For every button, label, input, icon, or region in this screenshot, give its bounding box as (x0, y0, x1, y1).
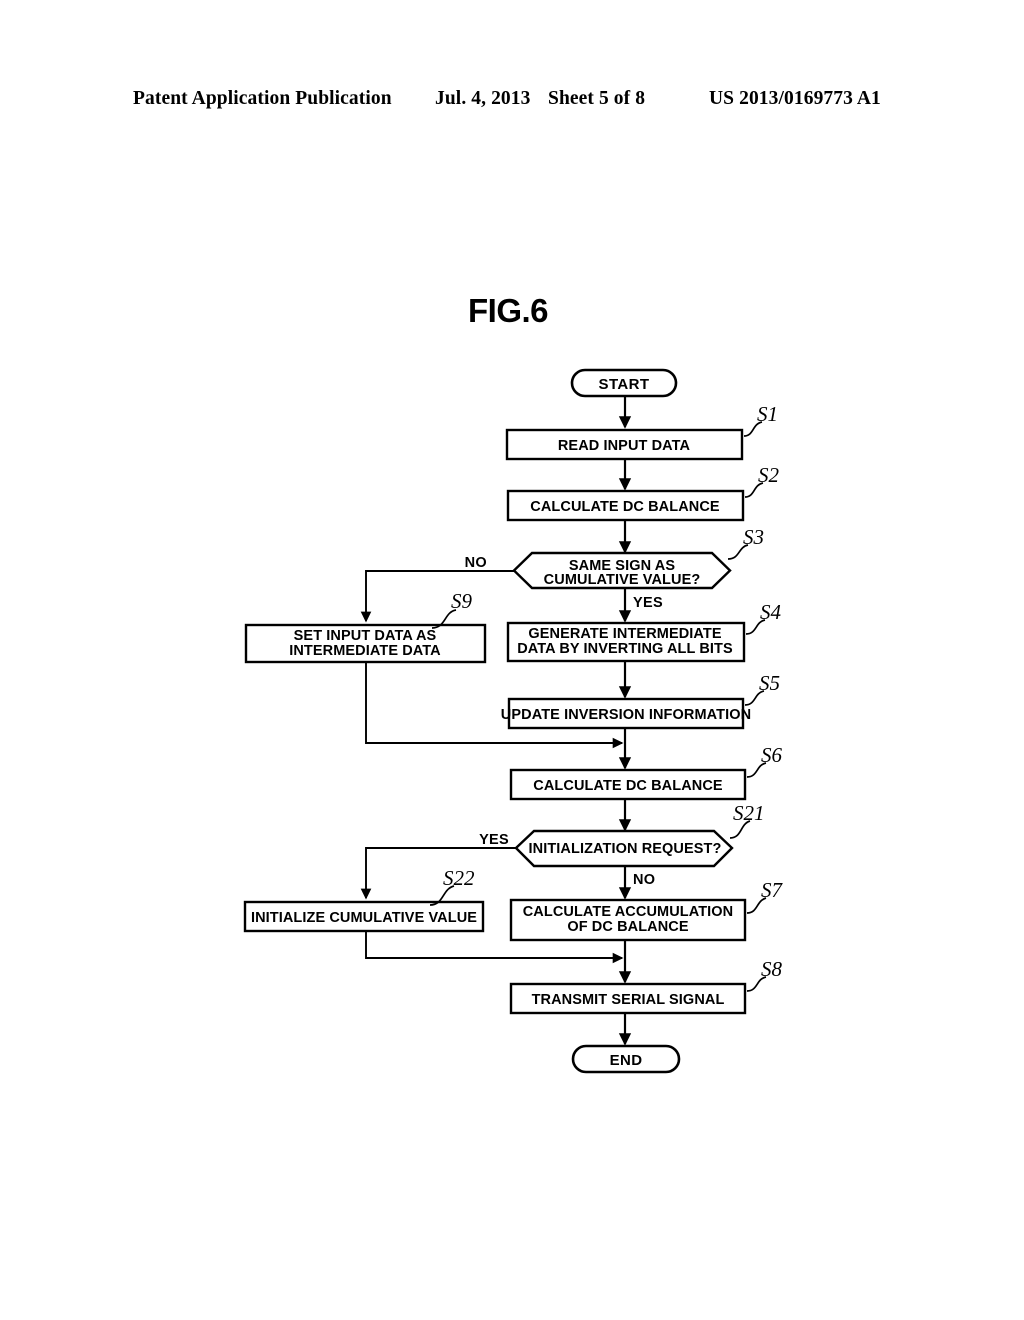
s4-step-label: S4 (760, 600, 782, 624)
node-s6: CALCULATE DC BALANCE S6 (509, 743, 783, 801)
s2-step-label: S2 (758, 463, 780, 487)
s3-branch-yes-label: YES (633, 595, 663, 611)
node-s1: READ INPUT DATA S1 (505, 402, 778, 461)
s21-step-label: S21 (733, 801, 765, 825)
s21-branch-yes-label: YES (479, 832, 509, 848)
node-s2: CALCULATE DC BALANCE S2 (506, 463, 780, 522)
s8-box-label: TRANSMIT SERIAL SIGNAL (532, 992, 725, 1008)
s21-decision-label: INITIALIZATION REQUEST? (529, 841, 722, 857)
s7-box-label-line1: CALCULATE ACCUMULATION (523, 904, 734, 920)
s9-box-label-line2: INTERMEDIATE DATA (289, 643, 441, 659)
connector-s21-yes-to-s22 (360, 847, 516, 900)
s7-box-label-line2: OF DC BALANCE (567, 919, 689, 935)
end-terminal-label: END (610, 1052, 643, 1069)
node-s8: TRANSMIT SERIAL SIGNAL S8 (509, 957, 783, 1015)
s3-step-label: S3 (743, 525, 764, 549)
s9-box-label-line1: SET INPUT DATA AS (294, 628, 437, 644)
s1-step-label: S1 (757, 402, 778, 426)
s6-step-label: S6 (761, 743, 783, 767)
s7-step-label: S7 (761, 878, 784, 902)
s22-box-label: INITIALIZE CUMULATIVE VALUE (251, 910, 477, 926)
node-s22: INITIALIZE CUMULATIVE VALUE S22 (243, 866, 485, 933)
node-end: END (571, 1044, 681, 1074)
s4-box-label-line2: DATA BY INVERTING ALL BITS (517, 641, 733, 657)
node-start: START (570, 368, 678, 398)
node-s21: INITIALIZATION REQUEST? S21 YES NO (479, 801, 764, 888)
flowchart-diagram: START READ INPUT DATA S1 CALCULATE DC BA… (243, 368, 784, 1074)
s21-branch-no-label: NO (633, 872, 655, 888)
s6-box-label: CALCULATE DC BALANCE (533, 778, 723, 794)
s8-step-label: S8 (761, 957, 783, 981)
connector-s3-no-to-s9 (360, 570, 514, 623)
s5-step-label: S5 (759, 671, 780, 695)
s5-box-label: UPDATE INVERSION INFORMATION (501, 707, 751, 723)
patent-page: Patent Application Publication Jul. 4, 2… (0, 0, 1024, 1320)
s9-step-label: S9 (451, 589, 473, 613)
s2-box-label: CALCULATE DC BALANCE (530, 499, 720, 515)
node-s3: SAME SIGN AS CUMULATIVE VALUE? S3 NO YES (465, 525, 764, 611)
node-s5: UPDATE INVERSION INFORMATION S5 (501, 671, 780, 730)
s3-branch-no-label: NO (465, 555, 487, 571)
s4-box-label-line1: GENERATE INTERMEDIATE (528, 626, 722, 642)
s22-step-label: S22 (443, 866, 475, 890)
s1-box-label: READ INPUT DATA (558, 438, 691, 454)
s3-decision-label-line2: CUMULATIVE VALUE? (544, 572, 701, 588)
start-terminal-label: START (599, 376, 650, 393)
